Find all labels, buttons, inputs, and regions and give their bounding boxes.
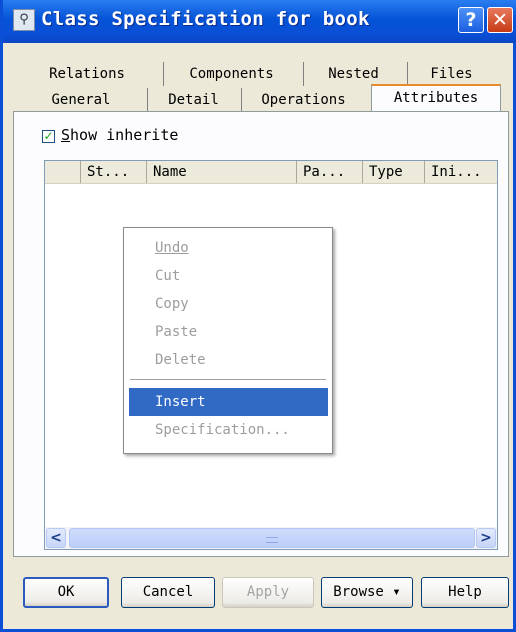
- tab-attributes[interactable]: Attributes: [371, 84, 501, 112]
- title-bar[interactable]: ⚲ Class Specification for book ? ✕: [3, 0, 516, 43]
- scroll-left-icon[interactable]: <: [46, 528, 66, 548]
- tab-components[interactable]: Components: [163, 62, 299, 86]
- menu-item-undo[interactable]: Undo: [129, 234, 328, 262]
- menu-item-copy[interactable]: Copy: [129, 290, 328, 318]
- tab-relations[interactable]: Relations: [29, 62, 145, 86]
- menu-item-delete[interactable]: Delete: [129, 346, 328, 374]
- menu-separator: [130, 379, 326, 380]
- grip-icon: [266, 537, 278, 543]
- tab-detail[interactable]: Detail: [147, 88, 239, 112]
- menu-item-insert[interactable]: Insert: [129, 388, 328, 416]
- menu-item-paste[interactable]: Paste: [129, 318, 328, 346]
- horizontal-scrollbar[interactable]: < >: [45, 527, 497, 549]
- tab-general[interactable]: General: [17, 88, 145, 112]
- column-header-stereotype[interactable]: St...: [81, 161, 147, 183]
- column-header-name[interactable]: Name: [147, 161, 297, 183]
- show-inherited-text: how inherite: [70, 126, 179, 144]
- apply-button[interactable]: Apply: [222, 577, 314, 608]
- help-button[interactable]: Help: [421, 577, 509, 608]
- close-button[interactable]: ✕: [487, 7, 513, 33]
- scroll-right-icon[interactable]: >: [476, 528, 496, 548]
- tab-row-2: General Detail Operations Attributes: [13, 84, 509, 112]
- show-inherited-checkbox[interactable]: ✓: [42, 130, 55, 143]
- menu-item-cut[interactable]: Cut: [129, 262, 328, 290]
- show-inherited-label[interactable]: Show inherite: [61, 126, 178, 144]
- cancel-button[interactable]: Cancel: [121, 577, 215, 608]
- window-title: Class Specification for book: [41, 8, 370, 30]
- column-header-icon[interactable]: [45, 161, 81, 183]
- help-title-button[interactable]: ?: [458, 7, 484, 33]
- tab-operations[interactable]: Operations: [241, 88, 365, 112]
- scroll-thumb[interactable]: [69, 528, 475, 548]
- list-header: St... Name Pa... Type Ini...: [45, 161, 497, 184]
- column-header-initial[interactable]: Ini...: [425, 161, 497, 183]
- tab-nested[interactable]: Nested: [303, 62, 403, 86]
- menu-item-specification[interactable]: Specification...: [129, 416, 328, 444]
- column-header-parent[interactable]: Pa...: [297, 161, 363, 183]
- class-specification-dialog: ⚲ Class Specification for book ? ✕ Relat…: [0, 0, 516, 632]
- tab-files[interactable]: Files: [407, 62, 495, 86]
- column-header-type[interactable]: Type: [363, 161, 425, 183]
- browse-button[interactable]: Browse ▾: [321, 577, 413, 608]
- tab-row-1: Relations Components Nested Files: [13, 62, 509, 86]
- context-menu: Undo Cut Copy Paste Delete Insert Specif…: [123, 227, 333, 454]
- ok-button[interactable]: OK: [23, 577, 109, 608]
- class-spec-icon: ⚲: [13, 9, 35, 31]
